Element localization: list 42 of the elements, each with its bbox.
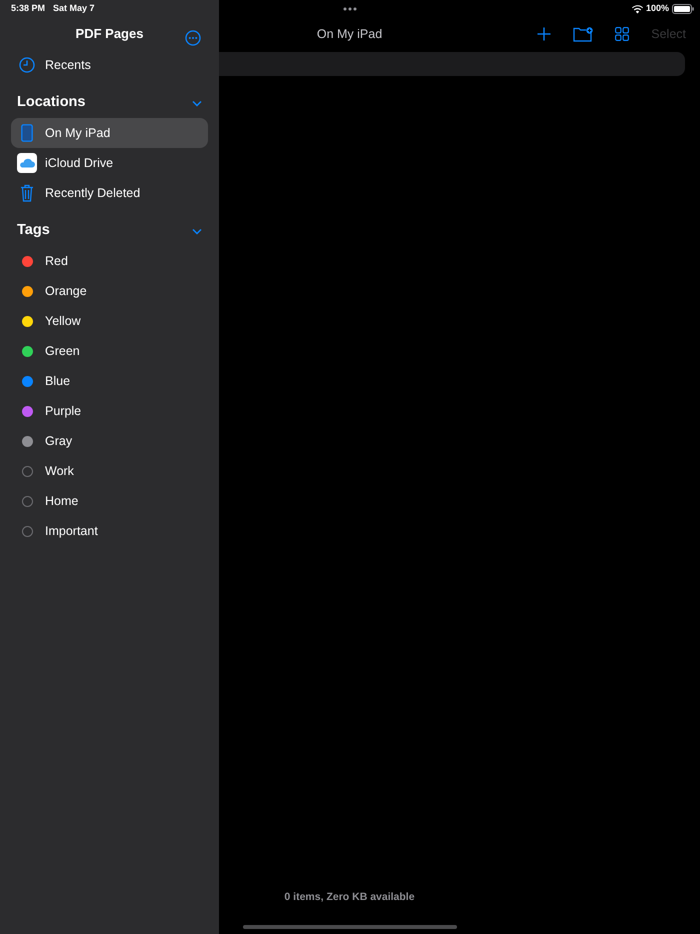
new-folder-button[interactable] (573, 26, 594, 42)
cloud-icon (17, 153, 37, 173)
tag-dot (22, 466, 32, 476)
multitasking-icon (343, 7, 357, 11)
sidebar-item[interactable]: iCloud Drive (11, 148, 208, 178)
search-field[interactable] (219, 52, 685, 76)
tag-dot (22, 526, 32, 536)
status-text: 0 items, Zero KB available (283, 890, 416, 906)
ipad-icon (21, 124, 33, 142)
tag-item[interactable]: Gray (11, 426, 208, 456)
grid-icon (615, 27, 630, 41)
sidebar-item[interactable]: Recents (11, 50, 208, 80)
trash-icon (20, 184, 34, 202)
tag-item[interactable]: Work (11, 456, 208, 486)
wifi-icon (632, 4, 643, 14)
tag-item[interactable]: Purple (11, 396, 208, 426)
battery-percent: 100% (646, 2, 669, 16)
chevron-button[interactable] (192, 228, 202, 234)
sidebar-item[interactable]: Recently Deleted (11, 178, 208, 208)
status-date: Sat May 7 (53, 2, 95, 16)
tag-item[interactable]: Yellow (11, 306, 208, 336)
more-icon (185, 30, 201, 46)
section-heading: Tags (17, 221, 50, 240)
tag-item[interactable]: Home (11, 486, 208, 516)
tag-item[interactable]: Green (11, 336, 208, 366)
tag-dot (22, 496, 32, 506)
section-heading: Locations (17, 93, 86, 112)
view-button[interactable] (615, 27, 630, 41)
tag-item[interactable]: Blue (11, 366, 208, 396)
tag-item[interactable]: Orange (11, 276, 208, 306)
main-title: On My iPad (316, 26, 384, 43)
tag-item[interactable]: Red (11, 246, 208, 276)
plus-icon (537, 27, 552, 41)
battery-icon (672, 4, 694, 14)
sidebar-item[interactable]: On My iPad (11, 118, 208, 148)
folder-plus-icon (573, 26, 594, 42)
sidebar-title: PDF Pages (76, 25, 144, 44)
status-time: 5:38 PM (11, 2, 46, 16)
chevron-button[interactable] (192, 100, 202, 106)
tag-item[interactable]: Important (11, 516, 208, 546)
clock-icon (19, 57, 35, 73)
add-button[interactable] (537, 27, 552, 41)
